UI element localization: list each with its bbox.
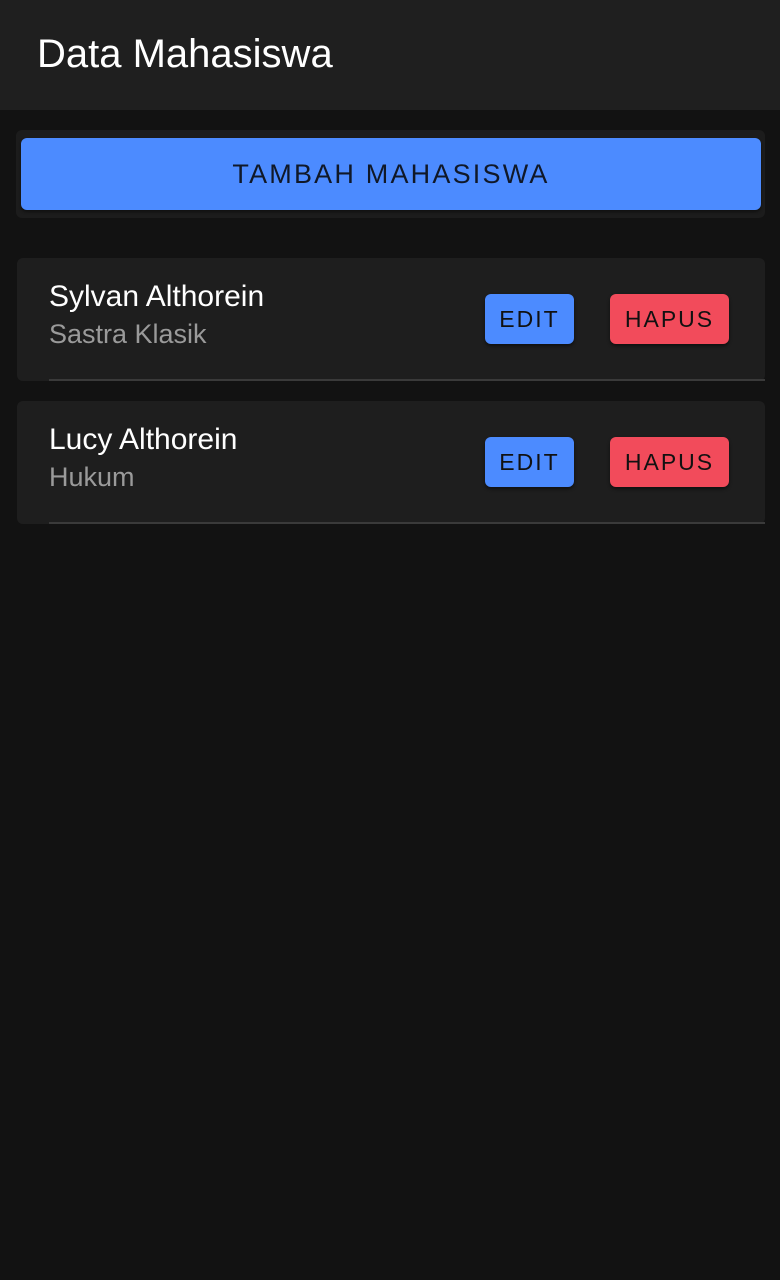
app-bar: Data Mahasiswa bbox=[0, 0, 780, 110]
student-name: Lucy Althorein bbox=[49, 423, 238, 456]
add-student-button[interactable]: TAMBAH MAHASISWA bbox=[21, 138, 761, 210]
student-card: Sylvan Althorein Sastra Klasik EDIT HAPU… bbox=[17, 258, 765, 381]
student-major: Sastra Klasik bbox=[49, 319, 207, 349]
delete-button[interactable]: HAPUS bbox=[610, 294, 729, 344]
student-card: Lucy Althorein Hukum EDIT HAPUS bbox=[17, 401, 765, 524]
edit-button[interactable]: EDIT bbox=[485, 294, 574, 344]
student-name: Sylvan Althorein bbox=[49, 280, 265, 313]
page-title: Data Mahasiswa bbox=[37, 32, 333, 76]
delete-button[interactable]: HAPUS bbox=[610, 437, 729, 487]
student-major: Hukum bbox=[49, 462, 135, 492]
edit-button[interactable]: EDIT bbox=[485, 437, 574, 487]
